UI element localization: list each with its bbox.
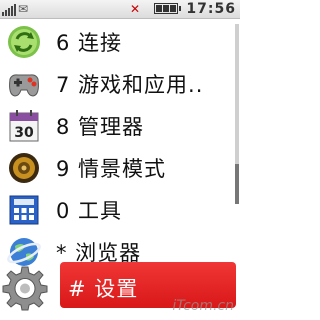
scrollbar-thumb[interactable] — [235, 164, 239, 204]
calendar-icon: 30 — [6, 108, 42, 144]
status-bar: ✉ ✕ 17:56 — [0, 0, 240, 19]
menu-item-tools[interactable]: 0 工具 — [0, 190, 234, 230]
menu-item-label: 8 管理器 — [56, 115, 145, 139]
menu-item-label: # 设置 — [68, 277, 139, 301]
calendar-day: 30 — [14, 125, 34, 141]
mute-icon: ✕ — [130, 2, 141, 16]
watermark: iTcom.cn — [172, 298, 234, 314]
menu-item-games[interactable]: 7 游戏和应用.. — [0, 64, 234, 104]
menu-item-label: 7 游戏和应用.. — [56, 73, 204, 97]
clock: 17:56 — [186, 1, 236, 17]
menu-item-organizer[interactable]: 30 8 管理器 — [0, 106, 234, 146]
scrollbar[interactable] — [235, 24, 239, 204]
calculator-icon — [6, 192, 42, 228]
message-icon: ✉ — [18, 2, 29, 16]
gamepad-icon — [6, 66, 42, 102]
menu-item-label: 9 情景模式 — [56, 157, 167, 181]
gear-icon — [2, 265, 48, 311]
menu-item-label: 6 连接 — [56, 31, 123, 55]
menu-item-label: * 浏览器 — [56, 241, 142, 265]
battery-icon — [154, 3, 181, 14]
menu-item-connectivity[interactable]: 6 连接 — [0, 22, 234, 62]
speaker-icon — [6, 150, 42, 186]
signal-icon — [2, 2, 16, 16]
menu-item-profiles[interactable]: 9 情景模式 — [0, 148, 234, 188]
menu-item-label: 0 工具 — [56, 199, 123, 223]
connectivity-icon — [6, 24, 42, 60]
